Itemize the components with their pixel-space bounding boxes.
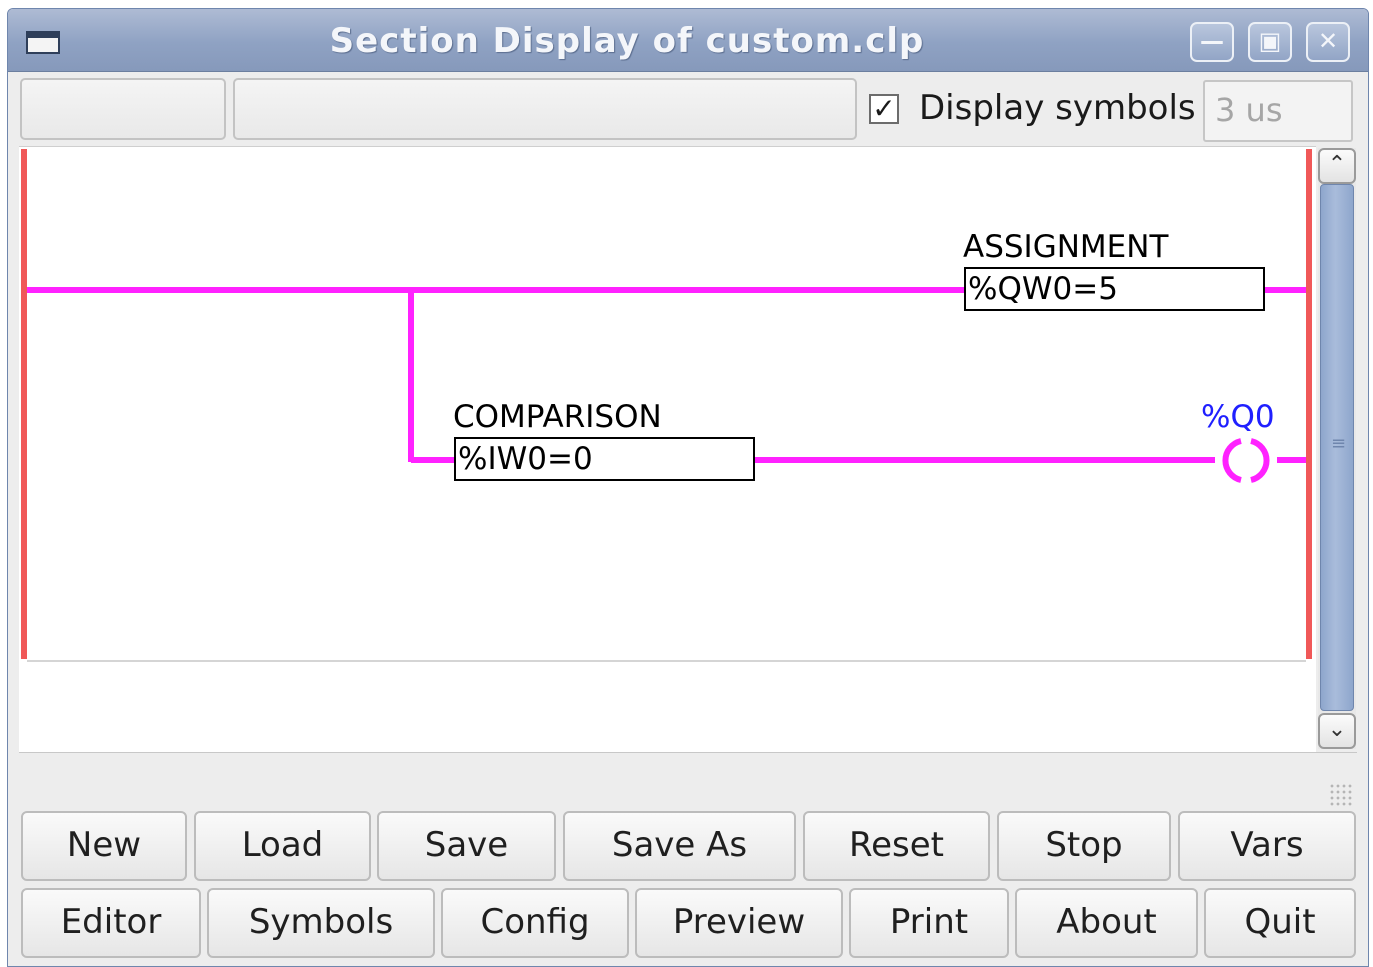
chevron-up-icon: ⌃	[1327, 152, 1347, 177]
preview-button[interactable]: Preview	[635, 888, 843, 958]
vars-button[interactable]: Vars	[1178, 811, 1356, 881]
status-strip	[19, 752, 1357, 809]
config-button[interactable]: Config	[441, 888, 629, 958]
about-button[interactable]: About	[1015, 888, 1198, 958]
assignment-block-expression: %QW0=5	[968, 271, 1118, 307]
ladder-diagram: ASSIGNMENT %QW0=5 COMPARISON %IW0=0 %Q0	[21, 149, 1312, 662]
main-window: Section Display of custom.clp — ▣ ✕ ✓ Di…	[7, 8, 1369, 967]
assignment-block-title: ASSIGNMENT	[963, 229, 1169, 265]
vertical-scrollbar[interactable]: ⌃ ≡ ⌄	[1318, 148, 1356, 749]
stop-button[interactable]: Stop	[997, 811, 1171, 881]
close-icon: ✕	[1317, 27, 1339, 55]
editor-button[interactable]: Editor	[21, 888, 201, 958]
title-bar[interactable]: Section Display of custom.clp — ▣ ✕	[8, 9, 1368, 72]
load-button[interactable]: Load	[194, 811, 371, 881]
maximize-icon: ▣	[1258, 27, 1282, 55]
maximize-button[interactable]: ▣	[1248, 22, 1292, 62]
chevron-down-icon: ⌄	[1327, 717, 1347, 742]
scroll-down-button[interactable]: ⌄	[1318, 713, 1356, 749]
toolbar: ✓ Display symbols 3 us	[8, 72, 1368, 152]
print-button[interactable]: Print	[849, 888, 1009, 958]
scroll-up-button[interactable]: ⌃	[1318, 148, 1356, 184]
checkmark-icon: ✓	[872, 92, 896, 125]
coil-left-arc	[1222, 438, 1242, 483]
window-title: Section Display of custom.clp	[329, 21, 925, 61]
save-button[interactable]: Save	[377, 811, 556, 881]
scroll-thumb[interactable]: ≡	[1320, 184, 1354, 711]
quit-button[interactable]: Quit	[1204, 888, 1356, 958]
comparison-block-expression: %IW0=0	[458, 441, 593, 477]
new-button[interactable]: New	[21, 811, 187, 881]
status-box-right	[233, 78, 857, 140]
close-button[interactable]: ✕	[1306, 22, 1350, 62]
grip-lines-icon: ≡	[1331, 433, 1347, 454]
symbols-button[interactable]: Symbols	[207, 888, 435, 958]
scan-time-field: 3 us	[1203, 80, 1353, 142]
minimize-icon: —	[1200, 27, 1224, 55]
display-symbols-checkbox[interactable]: ✓	[869, 94, 899, 124]
ladder-canvas[interactable]: ASSIGNMENT %QW0=5 COMPARISON %IW0=0 %Q0	[19, 146, 1316, 753]
minimize-button[interactable]: —	[1190, 22, 1234, 62]
reset-button[interactable]: Reset	[803, 811, 990, 881]
resize-grip-icon[interactable]	[1329, 783, 1353, 807]
coil-right-arc	[1250, 438, 1270, 483]
comparison-block-title: COMPARISON	[453, 399, 662, 435]
display-symbols-label[interactable]: Display symbols	[919, 88, 1196, 128]
coil-variable-label: %Q0	[1201, 399, 1275, 435]
status-box-left	[20, 78, 226, 140]
save-as-button[interactable]: Save As	[563, 811, 796, 881]
